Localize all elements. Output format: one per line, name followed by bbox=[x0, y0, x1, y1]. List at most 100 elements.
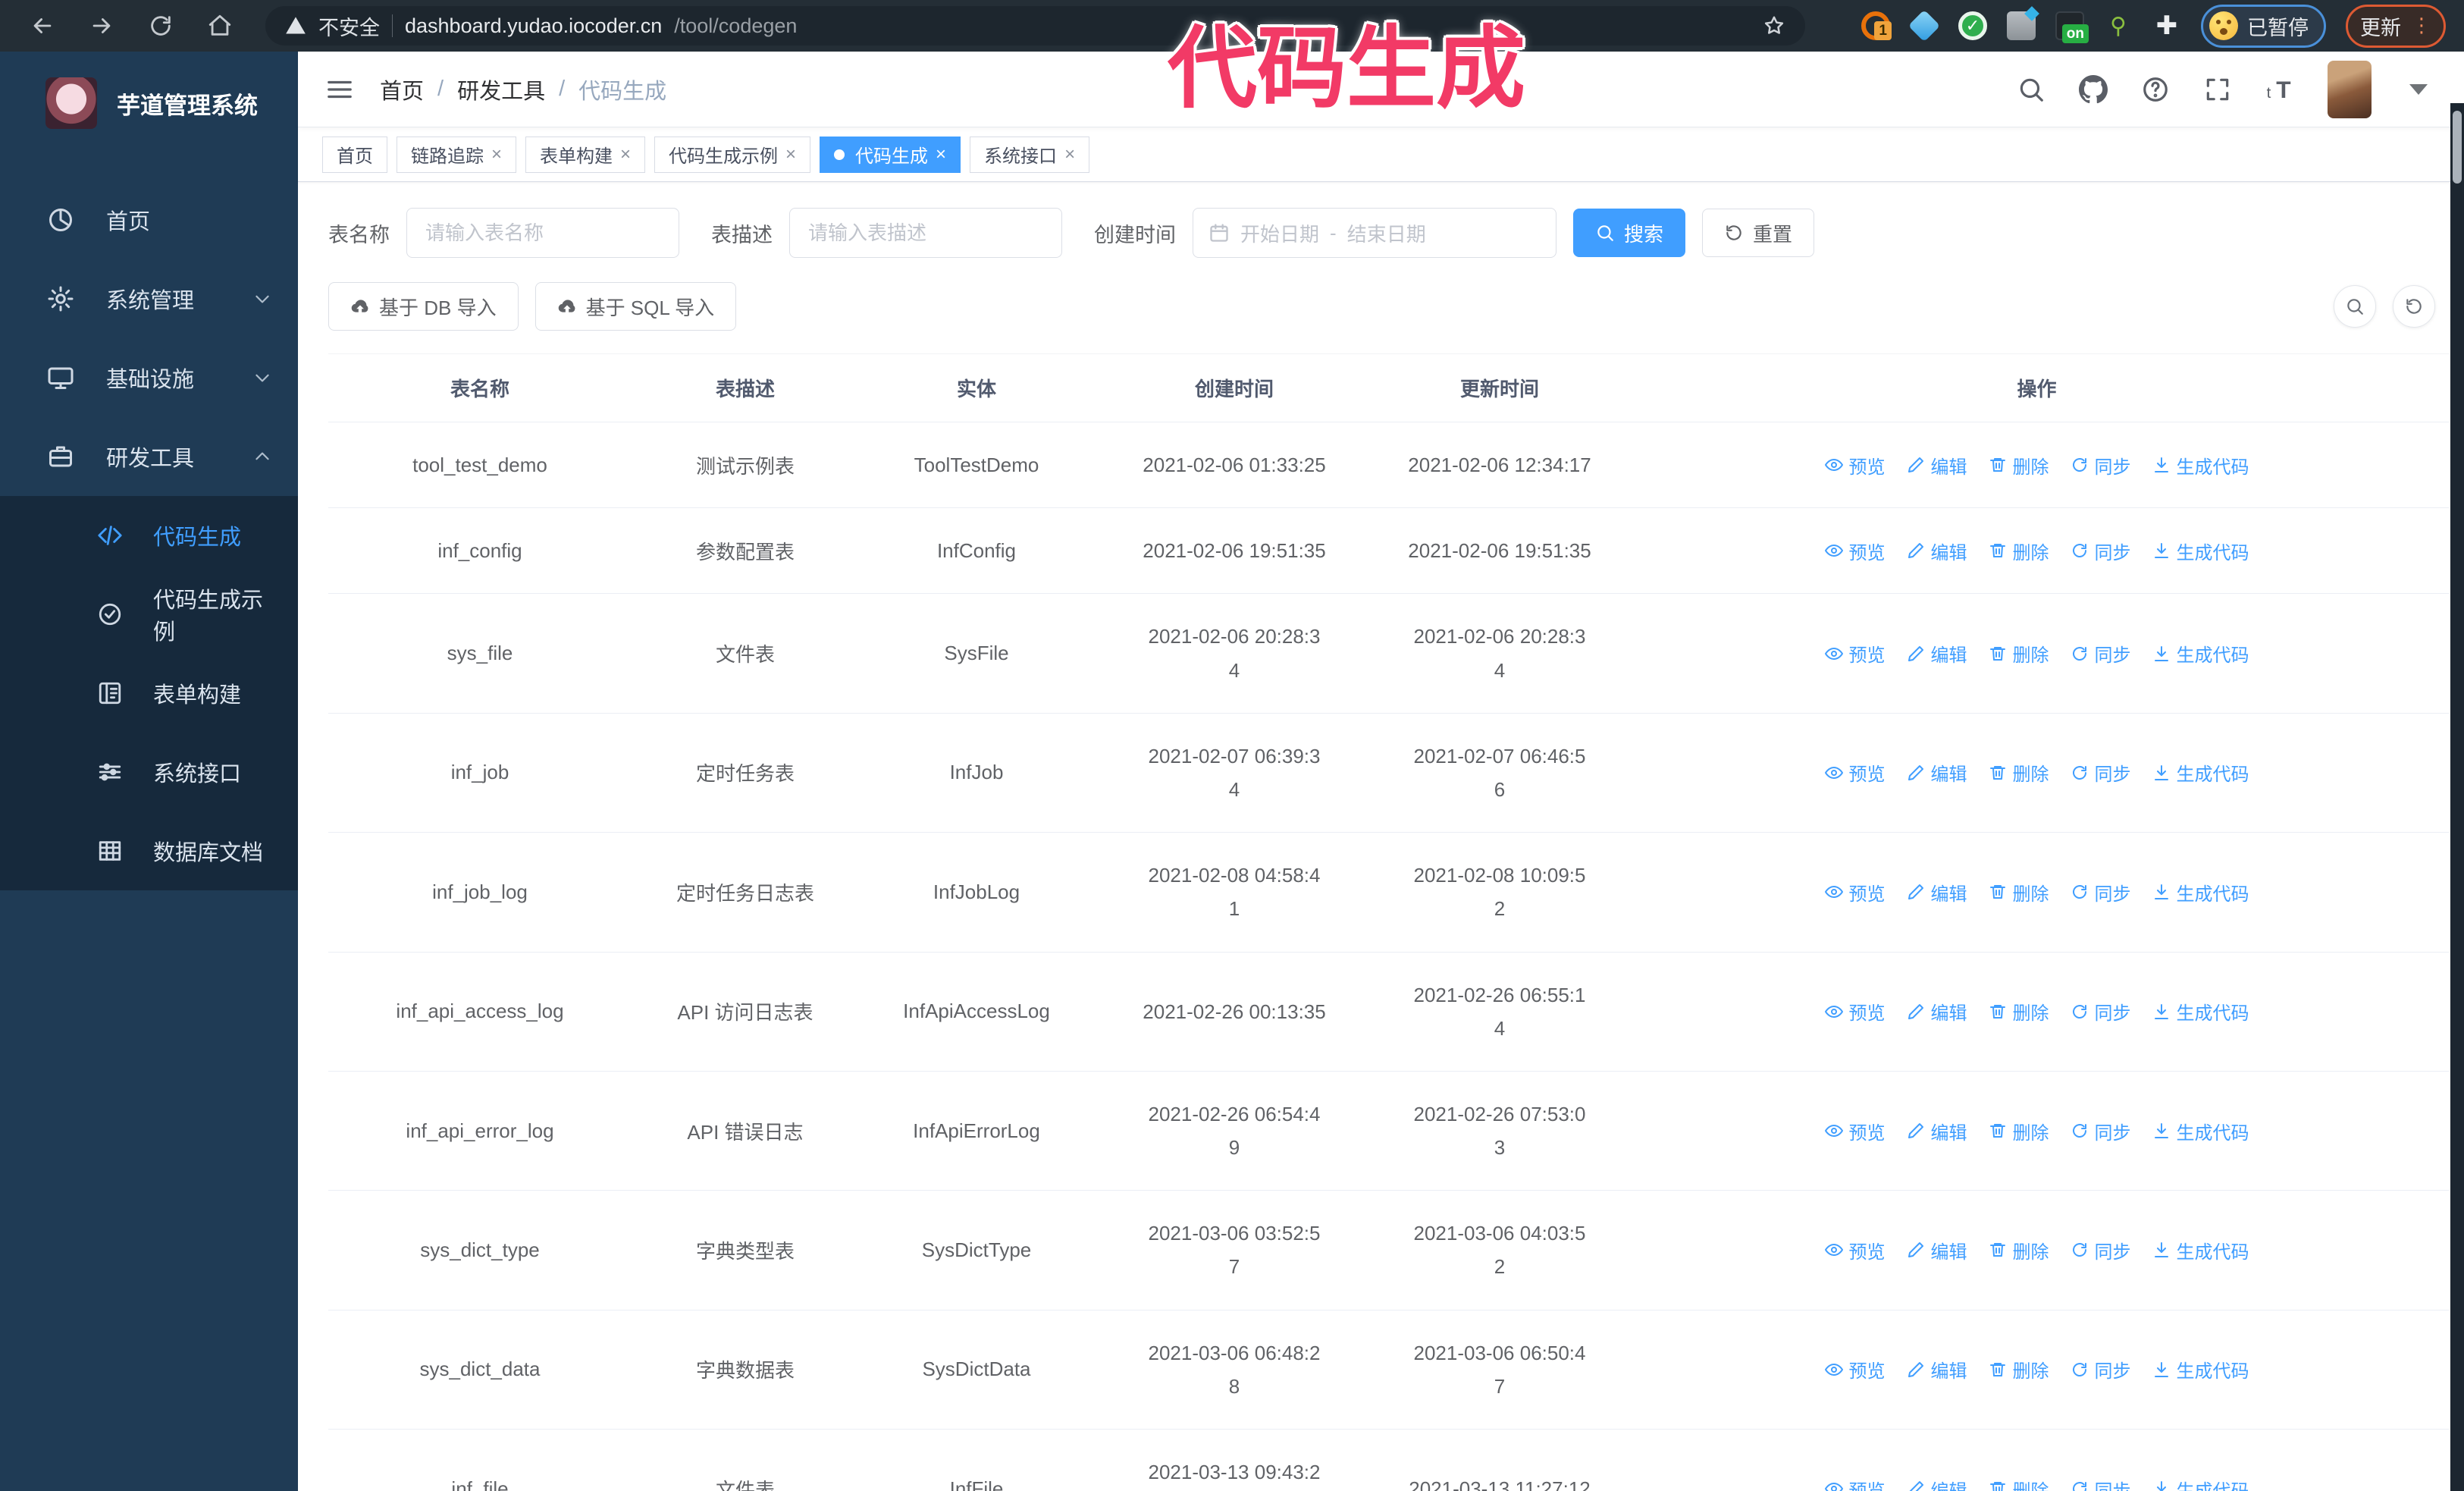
app-logo-row[interactable]: 芋道管理系统 bbox=[0, 52, 298, 152]
tab-close-icon[interactable]: × bbox=[785, 144, 796, 165]
breadcrumb-tools[interactable]: 研发工具 bbox=[457, 74, 545, 105]
row-action-link[interactable]: 编辑 bbox=[1907, 1118, 1967, 1144]
row-action-link[interactable]: 生成代码 bbox=[2152, 879, 2249, 906]
row-action-link[interactable]: 同步 bbox=[2071, 1476, 2131, 1491]
fullscreen-icon[interactable] bbox=[2203, 75, 2232, 104]
profile-paused-chip[interactable]: 已暂停 bbox=[2201, 4, 2326, 48]
row-action-link[interactable]: 预览 bbox=[1824, 998, 1886, 1025]
breadcrumb-home[interactable]: 首页 bbox=[380, 74, 424, 105]
back-icon[interactable] bbox=[18, 5, 67, 46]
tab[interactable]: 代码生成示例 × bbox=[654, 136, 811, 173]
tab-close-icon[interactable]: × bbox=[491, 144, 502, 165]
row-action-link[interactable]: 同步 bbox=[2071, 879, 2131, 906]
row-action-link[interactable]: 编辑 bbox=[1907, 759, 1967, 786]
row-action-link[interactable]: 生成代码 bbox=[2152, 1237, 2249, 1263]
row-action-link[interactable]: 同步 bbox=[2071, 538, 2131, 564]
sidebar-subitem[interactable]: 数据库文档 bbox=[0, 811, 298, 890]
extension-gem-icon[interactable] bbox=[1908, 9, 1941, 42]
sidebar-subitem[interactable]: 表单构建 bbox=[0, 654, 298, 733]
browser-update-button[interactable]: 更新 ⋮ bbox=[2346, 4, 2446, 48]
row-action-link[interactable]: 预览 bbox=[1824, 640, 1886, 667]
tab[interactable]: 表单构建 × bbox=[525, 136, 646, 173]
row-action-link[interactable]: 编辑 bbox=[1907, 1237, 1967, 1263]
row-action-link[interactable]: 同步 bbox=[2071, 1237, 2131, 1263]
row-action-link[interactable]: 预览 bbox=[1824, 1118, 1886, 1144]
row-action-link[interactable]: 删除 bbox=[1989, 538, 2049, 564]
row-action-link[interactable]: 删除 bbox=[1989, 998, 2049, 1025]
tab[interactable]: 系统接口 × bbox=[970, 136, 1090, 173]
row-action-link[interactable]: 生成代码 bbox=[2152, 1118, 2249, 1144]
row-action-link[interactable]: 同步 bbox=[2071, 998, 2131, 1025]
row-action-link[interactable]: 生成代码 bbox=[2152, 640, 2249, 667]
browser-menu-icon[interactable]: ⋮ bbox=[2412, 16, 2431, 35]
sidebar-item[interactable]: 研发工具 bbox=[0, 417, 298, 496]
row-action-link[interactable]: 删除 bbox=[1989, 640, 2049, 667]
row-action-link[interactable]: 删除 bbox=[1989, 1118, 2049, 1144]
avatar-caret-down-icon[interactable] bbox=[2409, 83, 2428, 95]
user-avatar[interactable] bbox=[2328, 60, 2372, 118]
search-button[interactable]: 搜索 bbox=[1573, 209, 1686, 257]
table-name-input[interactable] bbox=[406, 208, 679, 258]
home-icon[interactable] bbox=[196, 5, 244, 46]
row-action-link[interactable]: 删除 bbox=[1989, 759, 2049, 786]
row-action-link[interactable]: 编辑 bbox=[1907, 538, 1967, 564]
tab-close-icon[interactable]: × bbox=[1064, 144, 1075, 165]
address-bar[interactable]: 不安全 dashboard.yudao.iocoder.cn/tool/code… bbox=[265, 6, 1805, 46]
row-action-link[interactable]: 同步 bbox=[2071, 1356, 2131, 1383]
search-icon[interactable] bbox=[2017, 75, 2045, 104]
sidebar-subitem[interactable]: 代码生成示例 bbox=[0, 575, 298, 654]
date-range-picker[interactable]: 开始日期 - 结束日期 bbox=[1193, 208, 1556, 258]
scrollbar-thumb[interactable] bbox=[2453, 111, 2462, 184]
row-action-link[interactable]: 生成代码 bbox=[2152, 759, 2249, 786]
row-action-link[interactable]: 同步 bbox=[2071, 640, 2131, 667]
row-action-link[interactable]: 删除 bbox=[1989, 452, 2049, 479]
row-action-link[interactable]: 编辑 bbox=[1907, 1356, 1967, 1383]
github-icon[interactable] bbox=[2079, 74, 2108, 104]
extensions-puzzle-icon[interactable]: ✚ bbox=[2152, 11, 2181, 40]
row-action-link[interactable]: 预览 bbox=[1824, 538, 1886, 564]
row-action-link[interactable]: 编辑 bbox=[1907, 1476, 1967, 1491]
reset-button[interactable]: 重置 bbox=[1702, 209, 1815, 257]
row-action-link[interactable]: 生成代码 bbox=[2152, 1356, 2249, 1383]
row-action-link[interactable]: 生成代码 bbox=[2152, 538, 2249, 564]
sidebar-item[interactable]: 基础设施 bbox=[0, 338, 298, 417]
table-desc-input[interactable] bbox=[789, 208, 1062, 258]
row-action-link[interactable]: 预览 bbox=[1824, 1476, 1886, 1491]
refresh-table-button[interactable] bbox=[2393, 285, 2435, 328]
row-action-link[interactable]: 删除 bbox=[1989, 1476, 2049, 1491]
row-action-link[interactable]: 删除 bbox=[1989, 879, 2049, 906]
row-action-link[interactable]: 编辑 bbox=[1907, 879, 1967, 906]
row-action-link[interactable]: 删除 bbox=[1989, 1237, 2049, 1263]
window-scrollbar[interactable] bbox=[2450, 103, 2464, 1491]
extension-sliders-icon[interactable] bbox=[2007, 11, 2036, 40]
row-action-link[interactable]: 编辑 bbox=[1907, 998, 1967, 1025]
bookmark-star-icon[interactable] bbox=[1763, 14, 1785, 37]
extension-check-icon[interactable]: ✓ bbox=[1958, 11, 1987, 40]
tab-close-icon[interactable]: × bbox=[620, 144, 631, 165]
sidebar-subitem[interactable]: 代码生成 bbox=[0, 496, 298, 575]
sidebar-subitem[interactable]: 系统接口 bbox=[0, 733, 298, 811]
tab[interactable]: 首页 × bbox=[322, 136, 387, 173]
extension-orange-icon[interactable]: 1 bbox=[1861, 11, 1892, 40]
import-db-button[interactable]: 基于 DB 导入 bbox=[328, 282, 519, 331]
import-sql-button[interactable]: 基于 SQL 导入 bbox=[534, 282, 737, 331]
row-action-link[interactable]: 生成代码 bbox=[2152, 998, 2249, 1025]
toggle-search-button[interactable] bbox=[2334, 285, 2376, 328]
forward-icon[interactable] bbox=[77, 5, 126, 46]
tab[interactable]: 代码生成 × bbox=[820, 136, 961, 173]
reload-icon[interactable] bbox=[136, 5, 185, 46]
tab-close-icon[interactable]: × bbox=[936, 144, 946, 165]
row-action-link[interactable]: 预览 bbox=[1824, 759, 1886, 786]
row-action-link[interactable]: 删除 bbox=[1989, 1356, 2049, 1383]
tab[interactable]: 链路追踪 × bbox=[397, 136, 517, 173]
help-icon[interactable] bbox=[2141, 75, 2170, 104]
hamburger-icon[interactable] bbox=[325, 75, 354, 104]
row-action-link[interactable]: 同步 bbox=[2071, 759, 2131, 786]
extension-dark-icon[interactable]: on bbox=[2055, 11, 2089, 43]
extension-key-icon[interactable]: ⚲ bbox=[2104, 11, 2133, 40]
row-action-link[interactable]: 预览 bbox=[1824, 452, 1886, 479]
row-action-link[interactable]: 同步 bbox=[2071, 1118, 2131, 1144]
row-action-link[interactable]: 预览 bbox=[1824, 879, 1886, 906]
row-action-link[interactable]: 预览 bbox=[1824, 1237, 1886, 1263]
row-action-link[interactable]: 生成代码 bbox=[2152, 452, 2249, 479]
